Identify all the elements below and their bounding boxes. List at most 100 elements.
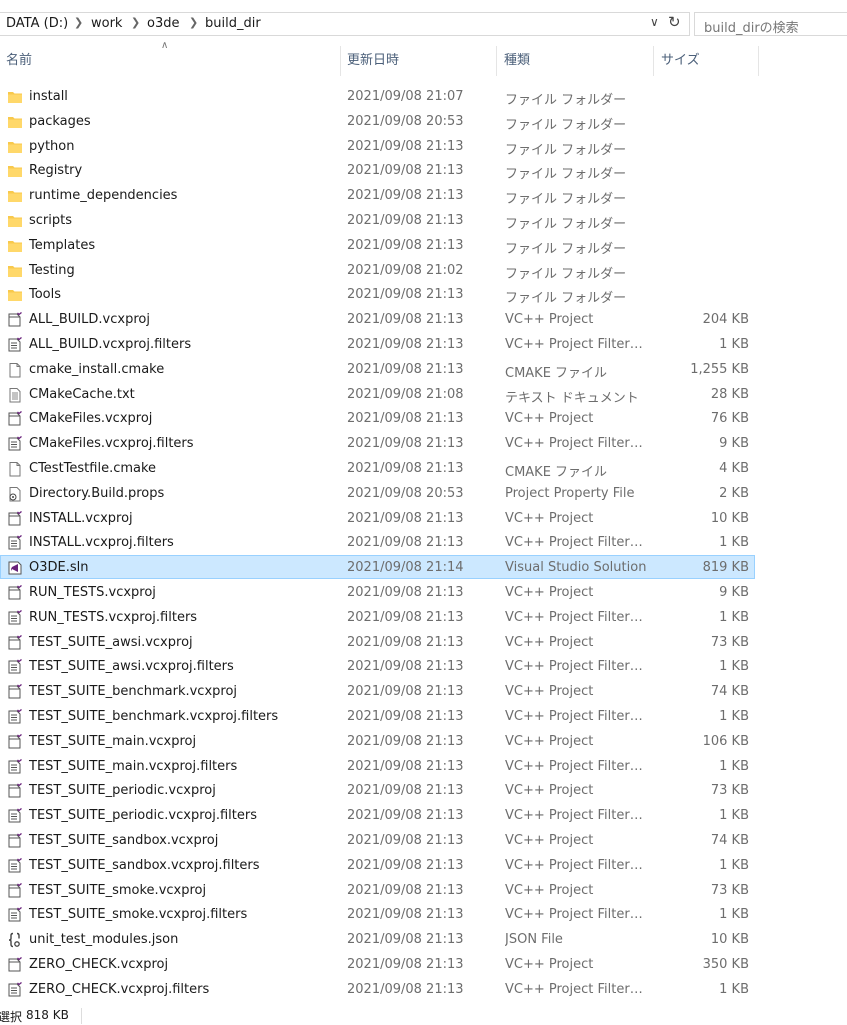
file-date: 2021/09/08 21:13 bbox=[347, 932, 464, 948]
file-row[interactable]: ALL_BUILD.vcxproj.filters 2021/09/08 21:1… bbox=[0, 332, 755, 356]
file-row[interactable]: CTestTestfile.cmake 2021/09/08 21:13 CMAKE… bbox=[0, 456, 755, 480]
status-selected-size: 818 KB bbox=[26, 1008, 69, 1022]
file-row[interactable]: RUN_TESTS.vcxproj.filters 2021/09/08 21:1… bbox=[0, 605, 755, 629]
column-divider[interactable] bbox=[496, 46, 497, 76]
file-type: VC++ Project bbox=[505, 634, 594, 650]
file-size: 1 KB bbox=[719, 609, 749, 625]
file-row[interactable]: Directory.Build.props 2021/09/08 20:53 Pro… bbox=[0, 481, 755, 505]
column-divider[interactable] bbox=[758, 46, 759, 76]
file-row[interactable]: TEST_SUITE_smoke.vcxproj.filters 2021/09/… bbox=[0, 902, 755, 926]
file-date: 2021/09/08 21:13 bbox=[347, 709, 464, 724]
file-row[interactable]: ZERO_CHECK.vcxproj.filters 2021/09/08 21:… bbox=[0, 977, 755, 1001]
props-icon bbox=[7, 486, 23, 502]
file-row[interactable]: TEST_SUITE_smoke.vcxproj 2021/09/08 21:13… bbox=[0, 878, 755, 902]
filters-icon bbox=[7, 907, 23, 923]
file-date: 2021/09/08 21:02 bbox=[347, 262, 464, 278]
file-row[interactable]: TEST_SUITE_main.vcxproj 2021/09/08 21:13 V… bbox=[0, 729, 755, 753]
column-header-row: ∧ 名前 更新日時 種類 サイズ bbox=[0, 40, 847, 76]
file-row[interactable]: TEST_SUITE_periodic.vcxproj 2021/09/08 21… bbox=[0, 778, 755, 802]
column-header-type[interactable]: 種類 bbox=[498, 46, 653, 76]
file-row[interactable]: Testing 2021/09/08 21:02 ファイル フォルダー bbox=[0, 258, 755, 282]
column-divider[interactable] bbox=[653, 46, 654, 76]
file-type: VC++ Project bbox=[505, 957, 594, 972]
vcxproj-icon bbox=[7, 411, 23, 427]
file-row[interactable]: TEST_SUITE_awsi.vcxproj.filters 2021/09/0… bbox=[0, 654, 755, 678]
file-name: TEST_SUITE_benchmark.vcxproj.filters bbox=[29, 709, 279, 724]
filters-icon bbox=[7, 708, 23, 725]
breadcrumb-build-dir[interactable]: build_dir bbox=[205, 16, 261, 31]
file-row[interactable]: TEST_SUITE_benchmark.vcxproj.filters 2021… bbox=[0, 704, 755, 728]
file-type: ファイル フォルダー bbox=[505, 266, 627, 282]
json-icon bbox=[7, 932, 23, 948]
filters-icon bbox=[7, 659, 23, 675]
refresh-icon[interactable]: ↻ bbox=[668, 13, 681, 31]
file-type: VC++ Project Filters F... bbox=[505, 609, 647, 625]
folder-icon bbox=[7, 213, 23, 229]
chevron-right-icon[interactable]: ❯ bbox=[74, 16, 83, 29]
file-row[interactable]: cmake_install.cmake 2021/09/08 21:13 CMAKE… bbox=[0, 357, 755, 381]
file-name: packages bbox=[29, 113, 91, 129]
file-row[interactable]: install 2021/09/08 21:07 ファイル フォルダー bbox=[0, 84, 755, 108]
filters-icon bbox=[7, 609, 23, 626]
vcxproj-icon bbox=[7, 684, 23, 700]
file-row[interactable]: packages 2021/09/08 20:53 ファイル フォルダー bbox=[0, 109, 755, 133]
search-input[interactable]: build_dirの検索 bbox=[704, 17, 799, 36]
file-row[interactable]: TEST_SUITE_benchmark.vcxproj 2021/09/08 2… bbox=[0, 679, 755, 703]
vcxproj-icon bbox=[7, 312, 23, 328]
file-name: runtime_dependencies bbox=[29, 188, 178, 204]
file-row[interactable]: CMakeFiles.vcxproj 2021/09/08 21:13 VC++ P… bbox=[0, 406, 755, 430]
folder-icon bbox=[7, 114, 23, 130]
file-row[interactable]: TEST_SUITE_sandbox.vcxproj.filters 2021/0… bbox=[0, 853, 755, 877]
search-box[interactable]: build_dirの検索 bbox=[694, 12, 847, 36]
chevron-right-icon[interactable]: ❯ bbox=[189, 16, 198, 29]
file-row[interactable]: runtime_dependencies 2021/09/08 21:13 ファイル… bbox=[0, 183, 755, 207]
status-bar: 選択 818 KB bbox=[0, 1000, 847, 1024]
file-size: 1 KB bbox=[719, 659, 749, 675]
file-type: VC++ Project bbox=[505, 312, 594, 328]
file-row[interactable]: CMakeCache.txt 2021/09/08 21:08 テキスト ドキュメン… bbox=[0, 382, 755, 406]
file-type: VC++ Project Filters F... bbox=[505, 337, 647, 352]
file-date: 2021/09/08 21:13 bbox=[347, 411, 464, 427]
file-row[interactable]: INSTALL.vcxproj.filters 2021/09/08 21:13 V… bbox=[0, 530, 755, 554]
file-row[interactable]: Tools 2021/09/08 21:13 ファイル フォルダー bbox=[0, 282, 755, 306]
file-name: install bbox=[29, 89, 68, 104]
file-row[interactable]: ZERO_CHECK.vcxproj 2021/09/08 21:13 VC++ P… bbox=[0, 952, 755, 976]
file-date: 2021/09/08 21:13 bbox=[347, 684, 464, 700]
file-row[interactable]: unit_test_modules.json 2021/09/08 21:13 JS… bbox=[0, 927, 755, 951]
file-row[interactable]: TEST_SUITE_periodic.vcxproj.filters 2021/… bbox=[0, 803, 755, 827]
file-name: TEST_SUITE_periodic.vcxproj.filters bbox=[29, 808, 257, 824]
file-row[interactable]: INSTALL.vcxproj 2021/09/08 21:13 VC++ Proj… bbox=[0, 506, 755, 530]
file-size: 74 KB bbox=[710, 833, 749, 848]
column-header-size[interactable]: サイズ bbox=[655, 46, 755, 76]
file-row[interactable]: O3DE.sln 2021/09/08 21:14 Visual Studio So… bbox=[0, 555, 755, 580]
file-type: VC++ Project bbox=[505, 733, 594, 749]
file-row[interactable]: Templates 2021/09/08 21:13 ファイル フォルダー bbox=[0, 233, 755, 257]
column-header-name[interactable]: 名前 bbox=[0, 46, 340, 76]
file-row[interactable]: Registry 2021/09/08 21:13 ファイル フォルダー bbox=[0, 158, 755, 182]
file-type: JSON File bbox=[505, 932, 563, 948]
file-row[interactable]: CMakeFiles.vcxproj.filters 2021/09/08 21:… bbox=[0, 431, 755, 455]
file-row[interactable]: RUN_TESTS.vcxproj 2021/09/08 21:13 VC++ Pr… bbox=[0, 580, 755, 604]
breadcrumb-work[interactable]: work bbox=[91, 16, 122, 31]
file-type: VC++ Project bbox=[505, 882, 594, 898]
file-type: ファイル フォルダー bbox=[505, 93, 627, 108]
breadcrumb-o3de[interactable]: o3de bbox=[147, 16, 179, 31]
file-row[interactable]: TEST_SUITE_awsi.vcxproj 2021/09/08 21:13 V… bbox=[0, 630, 755, 654]
file-date: 2021/09/08 21:13 bbox=[347, 237, 464, 253]
file-row[interactable]: TEST_SUITE_main.vcxproj.filters 2021/09/0… bbox=[0, 754, 755, 778]
column-header-date[interactable]: 更新日時 bbox=[341, 46, 496, 76]
file-row[interactable]: python 2021/09/08 21:13 ファイル フォルダー bbox=[0, 134, 755, 158]
chevron-right-icon[interactable]: ❯ bbox=[131, 16, 140, 29]
chevron-down-icon[interactable]: ∨ bbox=[650, 15, 659, 29]
file-name: cmake_install.cmake bbox=[29, 361, 165, 377]
file-name: Registry bbox=[29, 163, 83, 179]
file-name: TEST_SUITE_periodic.vcxproj bbox=[29, 783, 216, 799]
file-date: 2021/09/08 21:13 bbox=[347, 609, 464, 625]
file-date: 2021/09/08 21:13 bbox=[347, 461, 464, 476]
file-row[interactable]: TEST_SUITE_sandbox.vcxproj 2021/09/08 21:… bbox=[0, 828, 755, 852]
file-row[interactable]: scripts 2021/09/08 21:13 ファイル フォルダー bbox=[0, 208, 755, 232]
file-name: TEST_SUITE_main.vcxproj.filters bbox=[29, 758, 238, 774]
file-row[interactable]: ALL_BUILD.vcxproj 2021/09/08 21:13 VC++ Pr… bbox=[0, 307, 755, 331]
file-type: VC++ Project Filters F... bbox=[505, 709, 647, 724]
breadcrumb-drive[interactable]: DATA (D:) bbox=[6, 16, 68, 31]
